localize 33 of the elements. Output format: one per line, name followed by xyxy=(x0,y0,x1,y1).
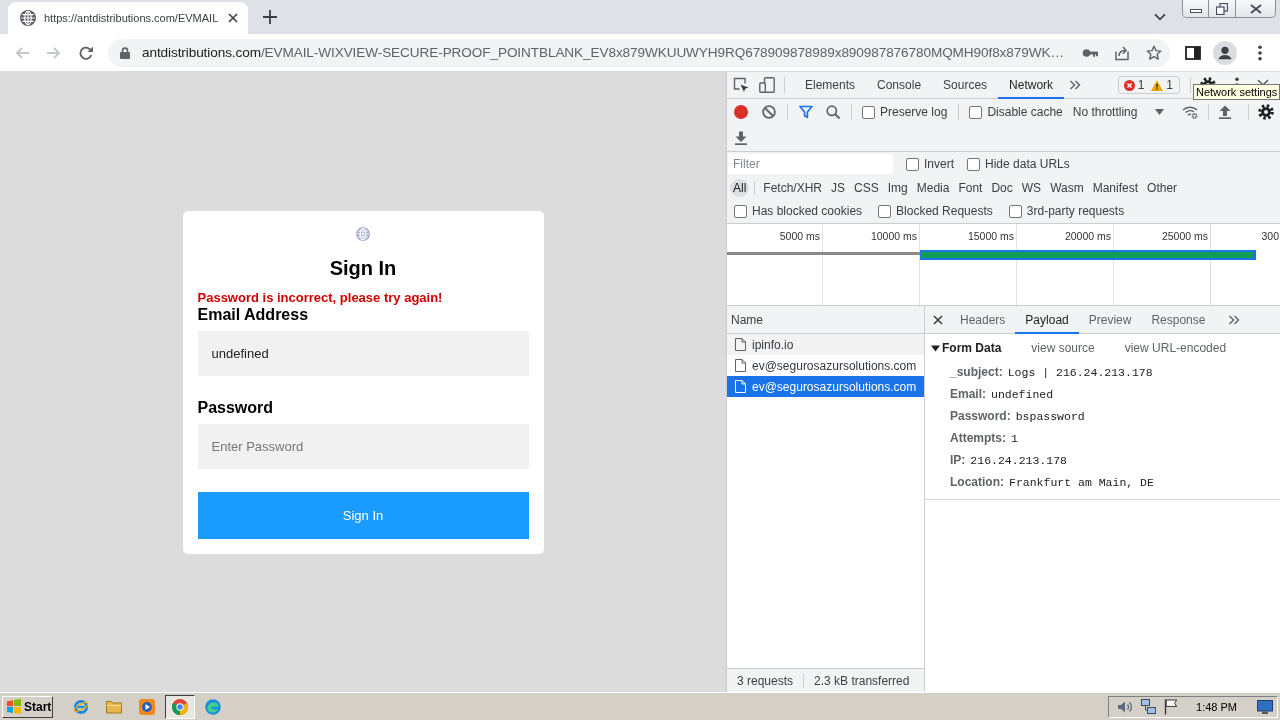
payload-value: undefined xyxy=(991,387,1054,401)
checkbox-label: Hide data URLs xyxy=(985,157,1070,171)
tick-label: 5000 ms xyxy=(779,230,820,242)
tick-label: 10000 ms xyxy=(870,230,917,242)
heading: Sign In xyxy=(328,255,398,281)
tick-label: 20000 ms xyxy=(1064,230,1111,242)
clock-text: 1:48 PM xyxy=(1196,700,1237,713)
payload-key: Email: xyxy=(950,387,986,401)
payload-key: Password: xyxy=(950,409,1011,423)
payload-value: 1 xyxy=(1011,431,1018,445)
checkbox-label: 3rd-party requests xyxy=(1026,204,1125,218)
tick-label: 15000 ms xyxy=(967,230,1014,242)
payload-key: Location: xyxy=(950,475,1004,489)
payload-value: Frankfurt am Main, DE xyxy=(1009,475,1154,489)
checkbox-label: Blocked Requests xyxy=(896,204,993,218)
payload-value: Logs | 216.24.213.178 xyxy=(1007,365,1153,379)
error-message: Password is incorrect, please try again! xyxy=(197,289,444,306)
checkbox-label: Has blocked cookies xyxy=(752,204,863,218)
field-label: Email Address xyxy=(197,305,310,324)
payload-key: _subject: xyxy=(950,365,1003,379)
checkbox-label: Preserve log xyxy=(880,105,948,119)
payload-key: IP: xyxy=(950,453,966,467)
tick-label: 25000 ms xyxy=(1161,230,1208,242)
payload-key: Attempts: xyxy=(950,431,1006,445)
status-text: 2.3 kB transferred xyxy=(814,673,910,688)
tooltip: Network settings xyxy=(1193,84,1280,100)
field-label: Password xyxy=(197,398,275,417)
tick-label: 300 xyxy=(1261,230,1279,242)
checkbox-label: Disable cache xyxy=(987,105,1063,119)
checkbox-label: Invert xyxy=(924,157,954,171)
payload-value: 216.24.213.178 xyxy=(970,453,1067,467)
payload-value: bspassword xyxy=(1015,409,1085,423)
status-text: 3 requests xyxy=(737,673,794,688)
